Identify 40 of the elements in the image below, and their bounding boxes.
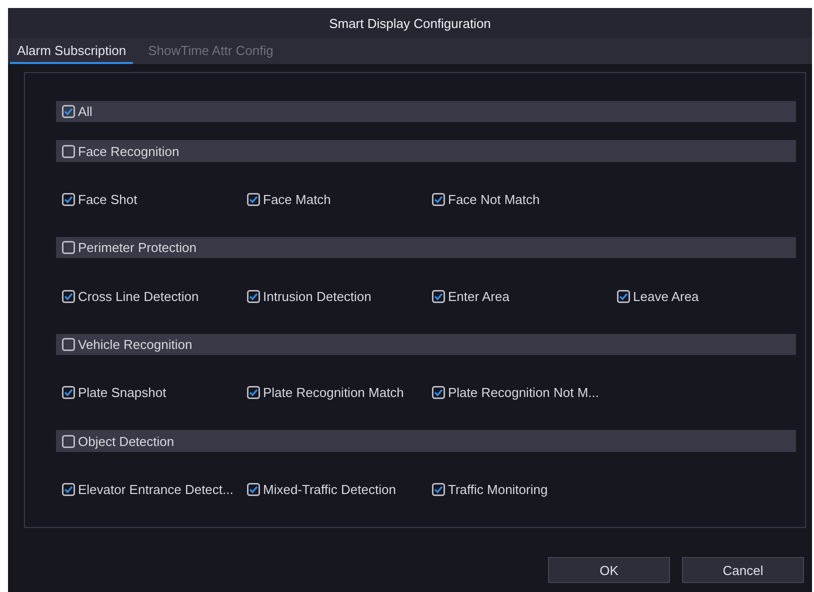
checkbox-label: Enter Area: [448, 288, 510, 304]
checked-checkbox[interactable]: [62, 105, 75, 118]
checked-checkbox[interactable]: [247, 482, 260, 496]
empty-checkbox[interactable]: [62, 241, 75, 254]
checkbox-label: Object Detection: [78, 434, 174, 449]
tab[interactable]: Alarm Subscription: [10, 38, 134, 64]
checkbox-label: Plate Recognition Match: [263, 385, 404, 400]
checked-checkbox[interactable]: [247, 290, 260, 303]
checked-checkbox[interactable]: [432, 482, 445, 496]
checkbox-label: Plate Recognition Not M...: [448, 385, 600, 400]
checkbox-label: Leave Area: [633, 288, 699, 304]
checkbox-label: Face Match: [263, 192, 331, 207]
checked-checkbox[interactable]: [62, 482, 75, 496]
checked-checkbox[interactable]: [62, 192, 75, 206]
checked-checkbox[interactable]: [617, 290, 630, 303]
checkbox-label: Vehicle Recognition: [78, 336, 192, 352]
checked-checkbox[interactable]: [432, 290, 445, 303]
checkbox-label: Cross Line Detection: [78, 288, 199, 304]
checkbox-label: Elevator Entrance Detect...: [78, 482, 234, 497]
checkbox-label: Traffic Monitoring: [448, 482, 548, 497]
dialog-button[interactable]: Cancel: [682, 557, 804, 583]
checkbox-label: Face Recognition: [78, 144, 180, 159]
empty-checkbox[interactable]: [62, 338, 75, 351]
checkbox-label: Perimeter Protection: [78, 240, 196, 256]
checkbox-label: Face Not Match: [448, 192, 540, 207]
checkbox-label: Face Shot: [78, 192, 138, 207]
checked-checkbox[interactable]: [247, 386, 260, 400]
empty-checkbox[interactable]: [62, 434, 75, 448]
dialog-button[interactable]: OK: [548, 557, 670, 583]
checkbox-label: All: [78, 104, 92, 120]
checked-checkbox[interactable]: [62, 386, 75, 400]
checkbox-label: Plate Snapshot: [78, 385, 166, 400]
empty-checkbox[interactable]: [62, 144, 75, 158]
checkbox-label: Mixed-Traffic Detection: [263, 482, 396, 497]
checked-checkbox[interactable]: [432, 386, 445, 400]
window-title: Smart Display Configuration: [8, 8, 812, 38]
checked-checkbox[interactable]: [432, 192, 445, 206]
checked-checkbox[interactable]: [62, 290, 75, 303]
checkbox-label: Intrusion Detection: [263, 288, 372, 304]
checked-checkbox[interactable]: [247, 192, 260, 206]
